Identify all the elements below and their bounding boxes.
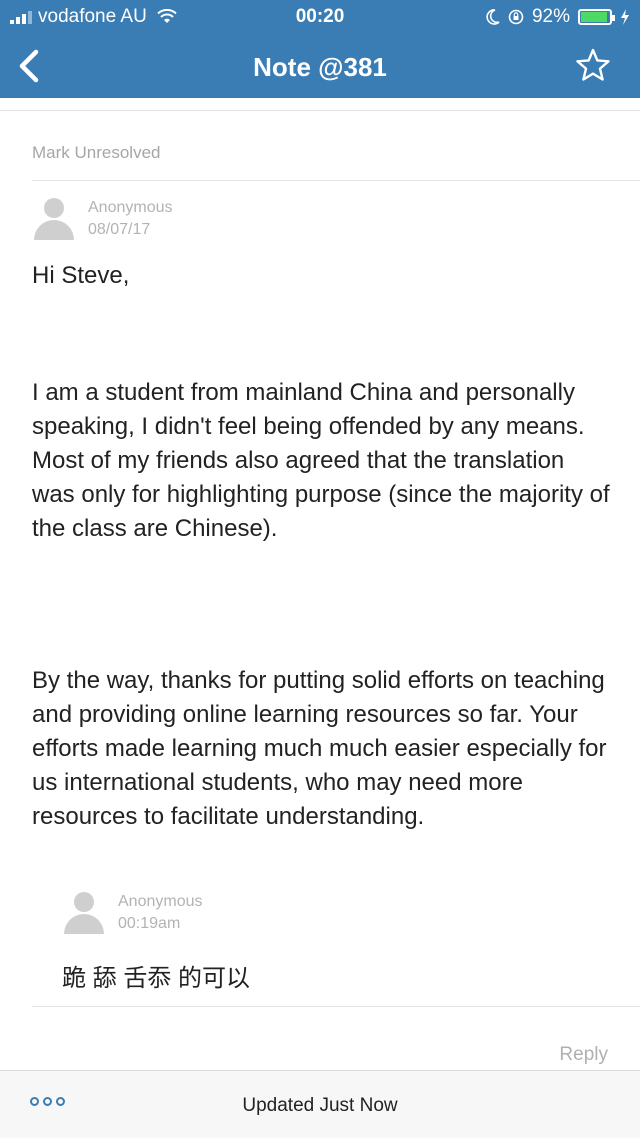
battery-percent: 92% <box>531 6 570 27</box>
post-paragraph: I am a student from mainland China and p… <box>32 379 610 542</box>
app-header: vodafone AU 00:20 92% Note @381 <box>0 0 640 98</box>
followup-author: Anonymous <box>118 893 203 910</box>
moon-icon <box>486 9 500 25</box>
post-paragraph: Hi Steve, <box>32 262 130 289</box>
reply-button[interactable]: Reply <box>559 1044 608 1066</box>
chevron-left-icon[interactable] <box>14 48 46 84</box>
post-date: 08/07/17 <box>88 221 151 238</box>
footer-bar: Updated Just Now <box>0 1070 640 1138</box>
status-right: 92% <box>486 6 630 28</box>
battery-fill <box>581 12 607 22</box>
followup-time: 00:19am <box>118 915 181 932</box>
updated-status: Updated Just Now <box>242 1095 398 1116</box>
followup-text: 跪 舔 舌忝 的可以 <box>62 965 251 992</box>
star-icon[interactable] <box>576 48 610 82</box>
post-paragraph: By the way, thanks for putting solid eff… <box>32 667 607 830</box>
avatar <box>32 196 76 240</box>
navigation-bar: Note @381 <box>0 34 640 98</box>
page-title: Note @381 <box>253 52 387 82</box>
avatar <box>62 890 106 934</box>
post-author: Anonymous <box>88 199 173 216</box>
followup-meta: Anonymous 00:19am <box>118 891 203 935</box>
battery-icon <box>578 9 615 25</box>
bolt-icon <box>621 9 629 25</box>
divider <box>32 180 640 181</box>
rotation-lock-icon <box>508 9 524 25</box>
mark-unresolved-button[interactable]: Mark Unresolved <box>32 143 161 163</box>
divider <box>0 110 640 111</box>
divider <box>32 1006 640 1007</box>
more-icon[interactable] <box>30 1097 65 1106</box>
status-bar: vodafone AU 00:20 92% <box>0 0 640 34</box>
post-meta: Anonymous 08/07/17 <box>88 197 173 241</box>
